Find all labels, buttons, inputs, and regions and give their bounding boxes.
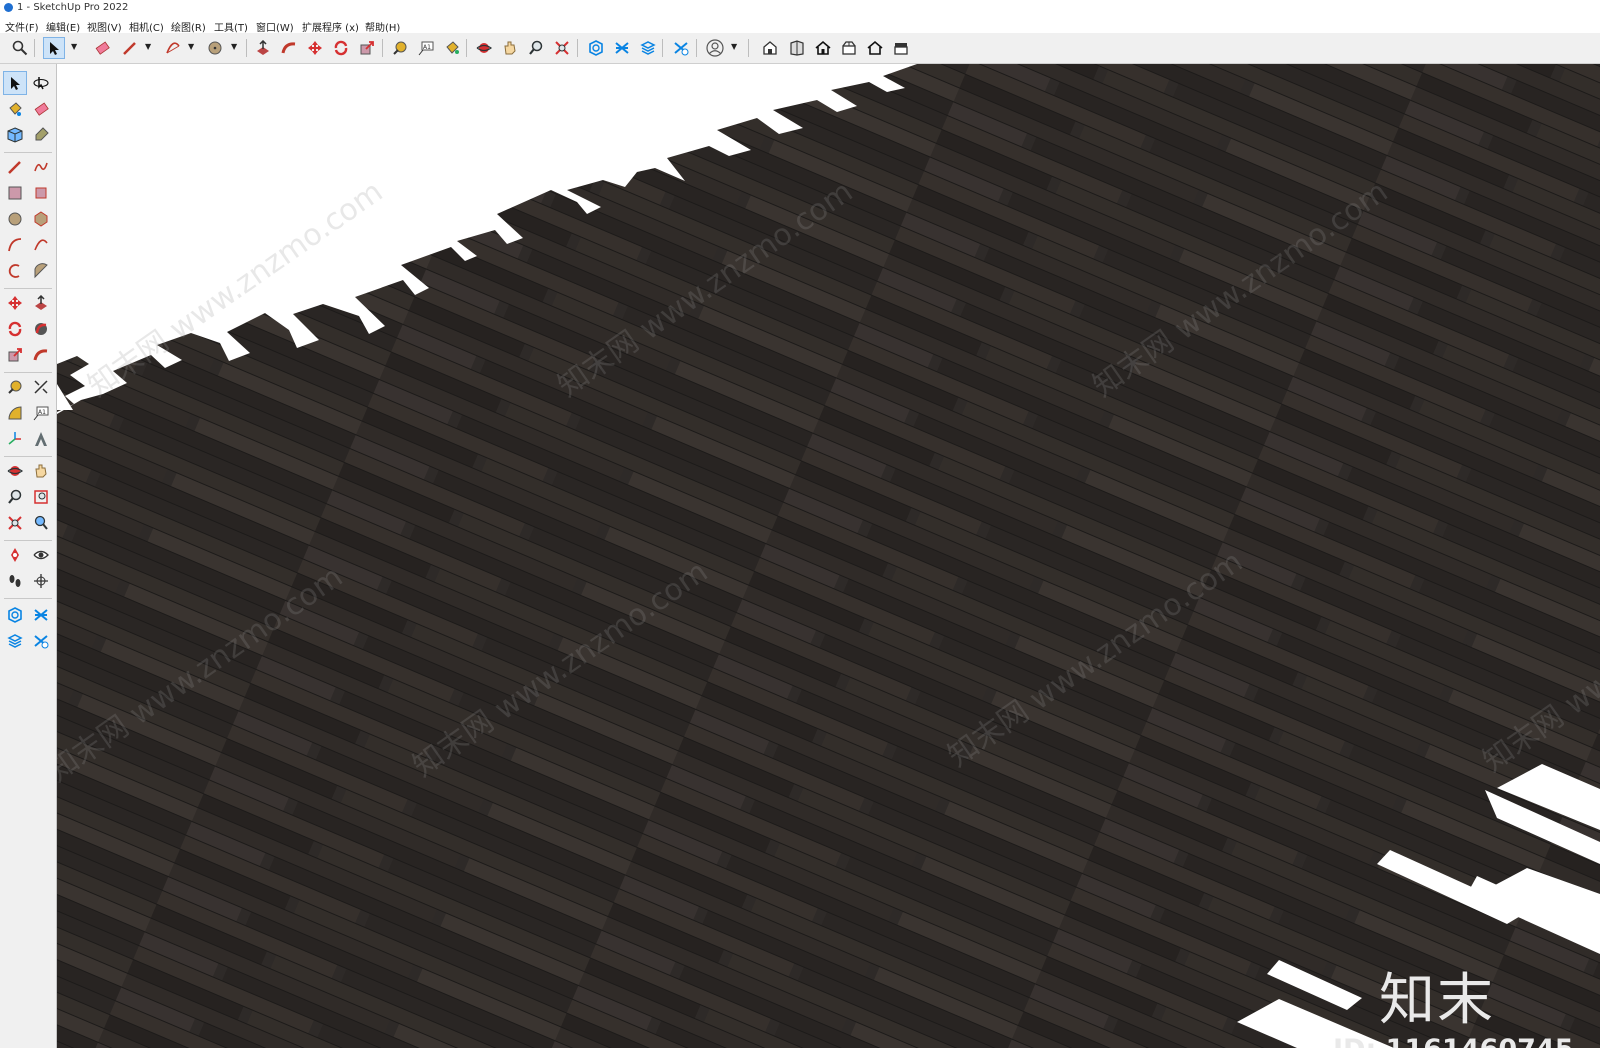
arc-icon[interactable] <box>4 234 26 256</box>
pan-icon[interactable] <box>500 38 520 58</box>
extension-icon[interactable] <box>839 38 859 58</box>
zoom-extents-icon[interactable] <box>552 38 572 58</box>
stack-icon[interactable] <box>4 630 26 652</box>
chevron-down-icon[interactable]: ▼ <box>731 42 737 51</box>
dimension-icon[interactable] <box>30 376 52 398</box>
circle-icon[interactable] <box>205 38 225 58</box>
paint-bucket-icon[interactable] <box>442 38 462 58</box>
component-icon[interactable] <box>4 124 26 146</box>
svg-text:A1: A1 <box>38 409 46 416</box>
pencil-icon[interactable] <box>4 156 26 178</box>
eraser-icon[interactable] <box>30 98 52 120</box>
zoom-extents-icon[interactable] <box>4 512 26 534</box>
menu-bar: 文件(F) 编辑(E) 视图(V) 相机(C) 绘图(R) 工具(T) 窗口(W… <box>0 16 1600 34</box>
orbit-icon[interactable] <box>4 460 26 482</box>
rotated-rectangle-icon[interactable] <box>30 182 52 204</box>
store-icon[interactable] <box>891 38 911 58</box>
scale-icon[interactable] <box>357 38 377 58</box>
polygon-icon[interactable] <box>30 208 52 230</box>
menu-extensions[interactable]: 扩展程序 (x) <box>302 19 359 34</box>
two-point-arc-icon[interactable] <box>30 234 52 256</box>
eraser-icon[interactable] <box>92 38 112 58</box>
freehand-icon[interactable] <box>30 156 52 178</box>
circle-icon[interactable] <box>4 208 26 230</box>
pan-icon[interactable] <box>30 460 52 482</box>
rotate-icon[interactable] <box>4 318 26 340</box>
search-icon[interactable] <box>10 38 30 58</box>
text-icon[interactable]: A1 <box>416 38 436 58</box>
text-icon[interactable]: A1 <box>30 402 52 424</box>
stack-icon[interactable] <box>638 38 658 58</box>
home-icon[interactable] <box>813 38 833 58</box>
select-icon[interactable] <box>43 37 65 59</box>
house-icon[interactable] <box>865 38 885 58</box>
zoom-window-icon[interactable] <box>30 486 52 508</box>
chevron-down-icon[interactable]: ▼ <box>188 42 194 51</box>
sandbox-icon[interactable] <box>4 604 26 626</box>
settings-icon[interactable] <box>30 630 52 652</box>
paint-icon[interactable] <box>4 98 26 120</box>
account-icon[interactable] <box>705 38 725 58</box>
rotate-icon[interactable] <box>331 38 351 58</box>
menu-view[interactable]: 视图(V) <box>87 19 122 34</box>
move-icon[interactable] <box>305 38 325 58</box>
menu-window[interactable]: 窗口(W) <box>256 19 294 34</box>
layer-icon[interactable] <box>30 604 52 626</box>
zoom-icon[interactable] <box>4 486 26 508</box>
chevron-down-icon[interactable]: ▼ <box>71 42 77 51</box>
model-id-label: ID: 1161460745 <box>1333 1034 1574 1048</box>
push-pull-icon[interactable] <box>253 38 273 58</box>
settings-icon[interactable] <box>671 38 691 58</box>
move-icon[interactable] <box>4 292 26 314</box>
section-icon[interactable] <box>30 570 52 592</box>
scale-icon[interactable] <box>4 344 26 366</box>
orbit-icon[interactable] <box>30 72 52 94</box>
tag-icon[interactable] <box>30 124 52 146</box>
svg-text:A1: A1 <box>423 44 431 51</box>
menu-camera[interactable]: 相机(C) <box>129 19 164 34</box>
menu-file[interactable]: 文件(F) <box>5 19 39 34</box>
layer-icon[interactable] <box>612 38 632 58</box>
previous-view-icon[interactable] <box>30 512 52 534</box>
sandbox-icon[interactable] <box>586 38 606 58</box>
three-point-arc-icon[interactable] <box>4 260 26 282</box>
chevron-down-icon[interactable]: ▼ <box>145 42 151 51</box>
warehouse-icon[interactable] <box>760 38 780 58</box>
pie-icon[interactable] <box>30 260 52 282</box>
follow-me-icon[interactable] <box>30 318 52 340</box>
walk-icon[interactable] <box>4 570 26 592</box>
follow-me-icon[interactable] <box>279 38 299 58</box>
look-around-icon[interactable] <box>30 544 52 566</box>
3d-text-icon[interactable] <box>30 428 52 450</box>
zoom-icon[interactable] <box>526 38 546 58</box>
title-bar: 1 - SketchUp Pro 2022 <box>0 0 1600 16</box>
menu-edit[interactable]: 编辑(E) <box>46 19 80 34</box>
push-pull-icon[interactable] <box>30 292 52 314</box>
chevron-down-icon[interactable]: ▼ <box>231 42 237 51</box>
orbit-icon[interactable] <box>474 38 494 58</box>
brand-logo: 知末 <box>1379 968 1495 1033</box>
tape-measure-icon[interactable] <box>390 38 410 58</box>
sketchup-app-icon <box>4 3 13 12</box>
main-toolbar: ▼ ▼ ▼ ▼ A1 ▼ <box>0 33 1600 64</box>
rectangle-icon[interactable] <box>4 182 26 204</box>
protractor-icon[interactable] <box>4 402 26 424</box>
window-title: 1 - SketchUp Pro 2022 <box>17 2 129 13</box>
select-icon[interactable] <box>3 71 27 95</box>
tape-measure-icon[interactable] <box>4 376 26 398</box>
menu-help[interactable]: 帮助(H) <box>365 19 400 34</box>
offset-icon[interactable] <box>30 344 52 366</box>
menu-tools[interactable]: 工具(T) <box>214 19 248 34</box>
pencil-icon[interactable] <box>120 38 140 58</box>
arc-icon[interactable] <box>163 38 183 58</box>
menu-draw[interactable]: 绘图(R) <box>171 19 206 34</box>
3d-viewport[interactable]: 知末网 www.znzmo.com 知末网 www.znzmo.com 知末网 … <box>57 64 1600 1048</box>
component-icon[interactable] <box>787 38 807 58</box>
axes-icon[interactable] <box>4 428 26 450</box>
left-toolbar: A1 <box>0 64 57 1048</box>
position-camera-icon[interactable] <box>4 544 26 566</box>
